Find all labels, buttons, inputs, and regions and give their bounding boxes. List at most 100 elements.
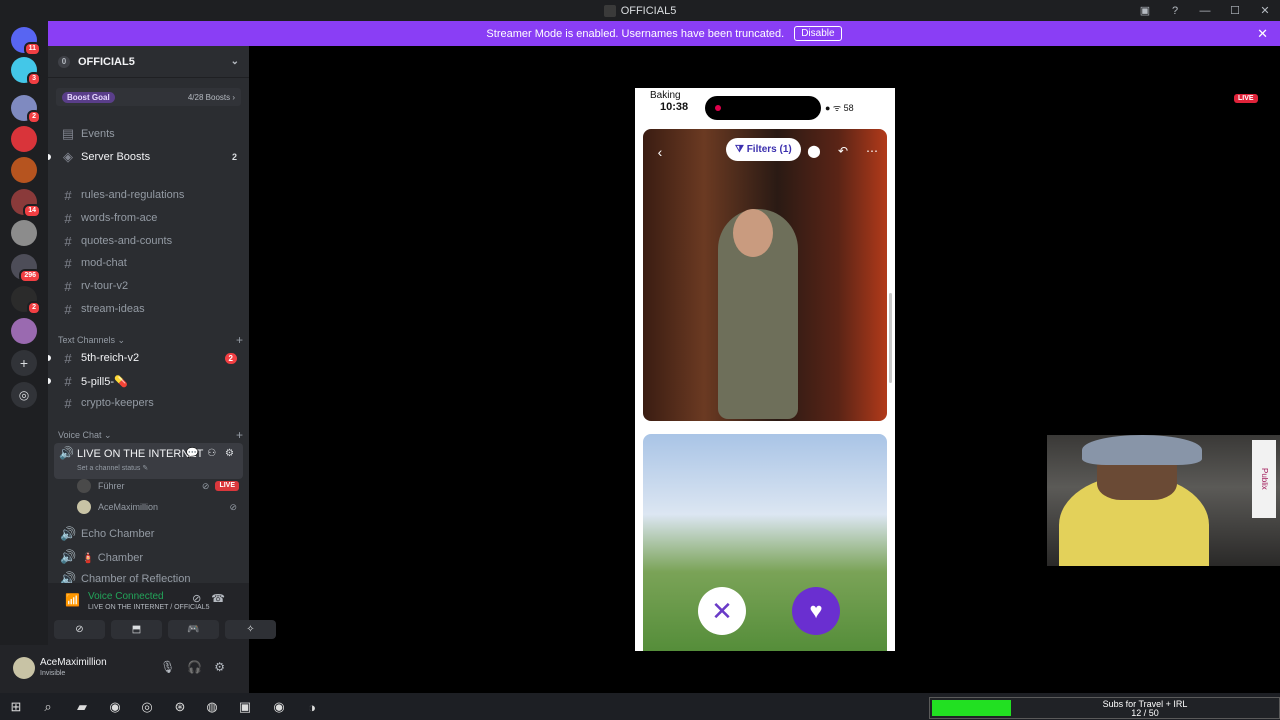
obs-icon[interactable]: ⊛ [170,697,190,717]
channel-stream-ideas[interactable]: # stream-ideas [56,298,243,320]
sub-goal-bar: Subs for Travel + IRL 12 / 50 [929,697,1280,719]
chevron-down-icon[interactable]: ⌄ [231,56,239,67]
spotify-icon[interactable]: ◎ [137,697,157,717]
add-channel-icon[interactable]: + [236,333,243,347]
boost-goal-bar[interactable]: Boost Goal 4/28 Boosts › [56,88,241,106]
server-icon[interactable]: 296 [11,254,41,283]
server-badge: 11 [23,42,41,56]
help-icon[interactable]: ? [1160,5,1190,17]
more-icon[interactable]: ⋯ [862,141,882,161]
text-channel[interactable]: # crypto-keepers [56,392,243,414]
server-icon[interactable] [11,318,37,344]
voice-user[interactable]: AceMaximillion ⊘ [77,498,243,516]
webcam-hat [1082,435,1202,465]
add-channel-icon[interactable]: + [236,428,243,442]
channel-rules-and-regulations[interactable]: # rules-and-regulations [56,184,243,206]
discover-icon[interactable]: ◎ [11,382,37,408]
server-icon[interactable]: 14 [11,189,41,218]
text-channel[interactable]: #5-pill5-💊 [56,370,243,392]
start-icon[interactable]: ⊞ [6,697,26,717]
voice-chat-category[interactable]: Voice Chat ⌄ + [58,428,243,442]
close-icon[interactable]: ✕ [1257,26,1268,42]
window-controls: ▣ ? — ☐ ✕ [1130,0,1280,21]
channel-quotes-and-counts[interactable]: # quotes-and-counts [56,230,243,252]
chrome-icon[interactable]: ◉ [105,697,125,717]
server-badge: 2 [27,301,41,315]
text-channel[interactable]: #5th-reich-v2 2 [56,347,243,369]
filters-button[interactable]: ⧩ Filters (1) [726,138,801,161]
channel-name: Events [81,128,115,140]
category-label: Voice Chat ⌄ [58,429,112,440]
server-icon[interactable]: 2 [11,95,41,124]
channel-events[interactable]: ▤ Events [56,123,243,145]
like-button[interactable]: ♥ [792,587,840,635]
text-channels-category[interactable]: Text Channels ⌄ + [58,333,243,347]
minimize-button[interactable]: — [1190,5,1220,17]
disable-streamer-mode-button[interactable]: Disable [794,26,842,41]
camera-button[interactable]: ⊘ [54,620,105,639]
disconnect-icon[interactable]: ⊘☎ [192,592,235,605]
channel-mod-chat[interactable]: # mod-chat [56,252,243,274]
discord-icon[interactable]: ◉ [269,697,289,717]
soundboard-button[interactable]: ✧ [225,620,276,639]
sub-goal-count: 12 / 50 [1131,708,1159,718]
steam-icon[interactable]: ▣ [235,697,255,717]
pokeball-icon[interactable]: ◍ [202,697,222,717]
voice-connected-subtitle[interactable]: LIVE ON THE INTERNET / OFFICIAL5 [88,604,210,611]
screenshare-button[interactable]: ⬒ [111,620,162,639]
window-title: OFFICIAL5 [620,4,677,17]
channel-name: mod-chat [81,257,127,269]
server-icon[interactable]: 2 [11,286,41,315]
record-icon [715,105,721,111]
server-icon[interactable]: 11 [11,27,41,56]
location-pin-icon[interactable]: ⬤ [804,141,824,161]
channel-status[interactable]: Set a channel status ✎ [77,464,148,472]
undo-icon[interactable]: ↶ [833,141,853,161]
channel-server-boosts[interactable]: ◈ Server Boosts 2 [56,146,243,168]
channel-hash-icon: # [64,301,72,317]
signal-icon[interactable]: 📶 [65,593,80,607]
search-icon[interactable]: ⌕ [38,697,58,717]
inbox-icon[interactable]: ▣ [1130,4,1160,17]
guild-header[interactable]: 0 OFFICIAL5 ⌄ [48,46,249,78]
server-icon[interactable] [11,220,37,246]
server-icon [603,4,616,17]
app-icon[interactable]: ◑ [302,697,322,717]
voice-channel[interactable]: 🔊 Echo Chamber [56,523,243,545]
guild-icon: 0 [58,55,70,68]
channel-words-from-ace[interactable]: # words-from-ace [56,207,243,229]
voice-channel-actions-icon[interactable]: 💬 ⚇ ⚙ [186,448,237,459]
guild-name: OFFICIAL5 [78,55,135,68]
server-badge: 2 [27,110,41,124]
voice-channel-name: LIVE ON THE INTERNET [77,448,204,460]
phone-screen: Baking 10:38 ● ᯤ 58 ‹ ⧩ Filters (1) ⬤ ↶ … [635,88,895,651]
active-voice-channel[interactable]: 🔊 LIVE ON THE INTERNET Set a channel sta… [54,443,243,479]
voice-channel[interactable]: 🔊 🧯 Chamber [56,546,243,568]
channel-name: crypto-keepers [81,397,154,409]
profile-photo-card-2[interactable]: ✕ ♥ [643,434,887,651]
channel-rv-tour-v2[interactable]: # rv-tour-v2 [56,275,243,297]
activity-button[interactable]: 🎮 [168,620,219,639]
add-server-icon[interactable]: + [11,350,37,376]
server-icon[interactable] [11,157,37,183]
channel-name: words-from-ace [81,212,158,224]
user-status: Invisible [40,670,66,677]
close-button[interactable]: ✕ [1250,4,1280,17]
back-icon[interactable]: ‹ [649,141,671,163]
avatar[interactable] [13,657,35,679]
profile-photo-card[interactable]: ‹ ⧩ Filters (1) ⬤ ↶ ⋯ [643,129,887,421]
scrollbar[interactable] [889,293,892,383]
file-explorer-icon[interactable]: ▰ [72,697,92,717]
maximize-button[interactable]: ☐ [1220,4,1250,17]
live-badge[interactable]: LIVE [215,481,239,491]
channel-hash-icon: # [64,187,72,203]
dislike-button[interactable]: ✕ [698,587,746,635]
server-icon[interactable] [11,126,37,152]
channel-name: stream-ideas [81,303,145,315]
unread-indicator [48,378,51,384]
voice-user[interactable]: Führer ⊘ LIVE [77,477,243,495]
muted-icon: ⊘ [201,480,210,491]
user-controls-icon[interactable]: 🎙🎧⚙ [160,660,237,674]
server-icon[interactable]: 3 [11,57,41,86]
voice-user-name: AceMaximillion [98,502,159,512]
